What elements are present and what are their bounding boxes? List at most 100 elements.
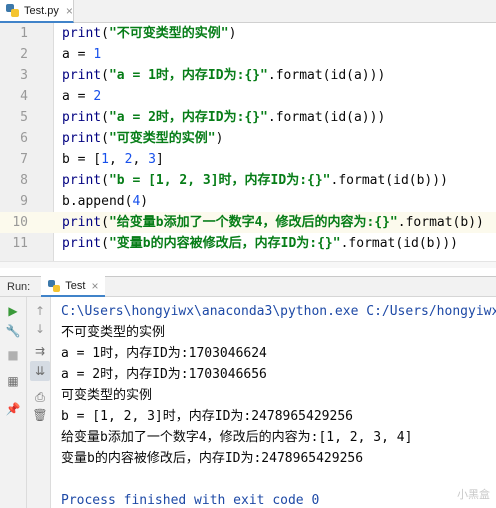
line-number: 4 (20, 89, 28, 104)
code-token: ( (101, 110, 109, 125)
code-token: , (132, 152, 149, 167)
code-token: print (62, 110, 102, 125)
code-line[interactable]: 11 print("变量b的内容被修改后，内存ID为:{}".format(id(… (0, 233, 496, 254)
line-number: 8 (20, 173, 28, 188)
code-token: , (108, 152, 125, 167)
console-exit-line: Process finished with exit code 0 (61, 493, 320, 508)
run-toolbar-left: ▶ 🔧 ■ ▦ 📌 (0, 297, 27, 508)
console-command-line: C:\Users\hongyiwx\anaconda3\python.exe C… (61, 304, 496, 319)
code-token: .format(id(a))) (267, 110, 386, 125)
code-line[interactable]: 5 print("a = 2时，内存ID为:{}".format(id(a))) (0, 107, 496, 128)
editor-tab-bar: Test.py × (0, 0, 496, 23)
run-label: Run: (7, 280, 31, 293)
run-tab-test[interactable]: Test × (41, 276, 106, 297)
code-line[interactable]: 3 print("a = 1时，内存ID为:{}".format(id(a))) (0, 65, 496, 86)
line-number: 5 (20, 110, 28, 125)
tab-test-py[interactable]: Test.py × (0, 0, 74, 23)
code-token: .format(id(b))) (340, 236, 458, 251)
code-token: print (62, 131, 102, 146)
line-number: 7 (20, 152, 28, 167)
code-token: 3 (148, 152, 156, 167)
run-window-header: Run: Test × (0, 276, 496, 297)
console-output-line: b = [1, 2, 3]时，内存ID为:2478965429256 (61, 409, 353, 424)
code-text: print("a = 1时，内存ID为:{}".format(id(a))) (62, 65, 385, 86)
code-token: "b = [1, 2, 3]时，内存ID为:{}" (108, 173, 331, 188)
line-number: 3 (20, 68, 28, 83)
code-token: ( (101, 173, 109, 188)
code-text: print("b = [1, 2, 3]时，内存ID为:{}".format(i… (62, 170, 448, 191)
console-output-line: 给变量b添加了一个数字4，修改后的内容为:[1, 2, 3, 4] (61, 430, 413, 445)
code-token: print (62, 236, 102, 251)
rerun-icon[interactable]: ▶ (3, 301, 23, 321)
code-text: print("变量b的内容被修改后，内存ID为:{}".format(id(b)… (62, 233, 458, 254)
scroll-end-icon[interactable]: ⇊ (30, 361, 50, 381)
code-token: a = (62, 47, 94, 62)
soft-wrap-icon[interactable]: ⇉ (30, 341, 50, 361)
code-text: print("给变量b添加了一个数字4，修改后的内容为:{}".format(b… (62, 212, 484, 233)
trash-icon[interactable]: 🗑 (30, 405, 50, 425)
code-token: "a = 1时，内存ID为:{}" (108, 68, 268, 83)
code-token: b = [ (62, 152, 102, 167)
code-token: print (62, 215, 102, 230)
code-line[interactable]: 9 b.append(4) (0, 191, 496, 212)
code-token: ( (101, 131, 109, 146)
code-token: .format(b)) (397, 215, 484, 230)
stop-icon[interactable]: ■ (3, 345, 23, 365)
code-line[interactable]: 10 print("给变量b添加了一个数字4，修改后的内容为:{}".format… (0, 212, 496, 233)
run-console[interactable]: C:\Users\hongyiwx\anaconda3\python.exe C… (52, 297, 496, 508)
code-token: print (62, 26, 102, 41)
code-token: 1 (101, 152, 109, 167)
run-tab-close-icon[interactable]: × (91, 279, 98, 293)
code-token: 1 (93, 47, 102, 62)
code-token: ) (215, 131, 224, 146)
code-text: print("a = 2时，内存ID为:{}".format(id(a))) (62, 107, 385, 128)
code-token: print (62, 173, 102, 188)
tab-close-icon[interactable]: × (66, 4, 73, 18)
line-number: 1 (20, 26, 28, 41)
code-text: b.append(4) (62, 191, 148, 212)
code-token: .format(id(a))) (267, 68, 386, 83)
code-line[interactable]: 8 print("b = [1, 2, 3]时，内存ID为:{}".format(… (0, 170, 496, 191)
editor-horizontal-scrollbar[interactable] (0, 261, 496, 268)
code-token: ( (101, 68, 109, 83)
run-toolbar-right: ↑ ↓ ⇉ ⇊ ⎙ 🗑 (27, 297, 51, 508)
code-token: ( (101, 215, 109, 230)
code-token: ( (101, 26, 109, 41)
code-token: 2 (93, 89, 102, 104)
wrench-icon[interactable]: 🔧 (3, 321, 23, 341)
code-editor[interactable]: 1 print("不可变类型的实例") 2 a = 1 3 print("a = 1时，内… (0, 23, 496, 261)
code-token: "可变类型的实例" (108, 131, 216, 146)
code-token: b.append( (62, 194, 133, 209)
code-token: .format(id(b))) (330, 173, 448, 188)
code-token: "不可变类型的实例" (108, 26, 229, 41)
code-token: ) (228, 26, 237, 41)
python-run-icon (48, 279, 61, 292)
python-file-icon (6, 4, 19, 17)
console-output-line: a = 1时，内存ID为:1703046624 (61, 346, 267, 361)
console-output-line: 变量b的内容被修改后，内存ID为:2478965429256 (61, 451, 364, 466)
code-token: "给变量b添加了一个数字4，修改后的内容为:{}" (108, 215, 398, 230)
code-token: print (62, 68, 102, 83)
pin-icon[interactable]: 📌 (3, 399, 23, 419)
layout-icon[interactable]: ▦ (3, 371, 23, 391)
code-token: ] (155, 152, 164, 167)
code-text: print("不可变类型的实例") (62, 23, 236, 44)
code-line[interactable]: 6 print("可变类型的实例") (0, 128, 496, 149)
code-token: "a = 2时，内存ID为:{}" (108, 110, 268, 125)
line-number: 9 (20, 194, 28, 209)
code-line[interactable]: 4 a = 2 (0, 86, 496, 107)
up-icon[interactable]: ↑ (30, 301, 50, 321)
code-line[interactable]: 2 a = 1 (0, 44, 496, 65)
line-number: 6 (20, 131, 28, 146)
code-token: "变量b的内容被修改后，内存ID为:{}" (108, 236, 341, 251)
down-icon[interactable]: ↓ (30, 319, 50, 339)
line-number: 2 (20, 47, 28, 62)
code-line[interactable]: 7 b = [1, 2, 3] (0, 149, 496, 170)
code-token: ) (140, 194, 149, 209)
code-line[interactable]: 1 print("不可变类型的实例") (0, 23, 496, 44)
watermark: 小黑盒 (457, 488, 490, 501)
code-token: a = (62, 89, 94, 104)
run-tab-label: Test (65, 279, 86, 292)
console-output-line: 可变类型的实例 (61, 388, 153, 403)
print-icon[interactable]: ⎙ (30, 387, 50, 407)
